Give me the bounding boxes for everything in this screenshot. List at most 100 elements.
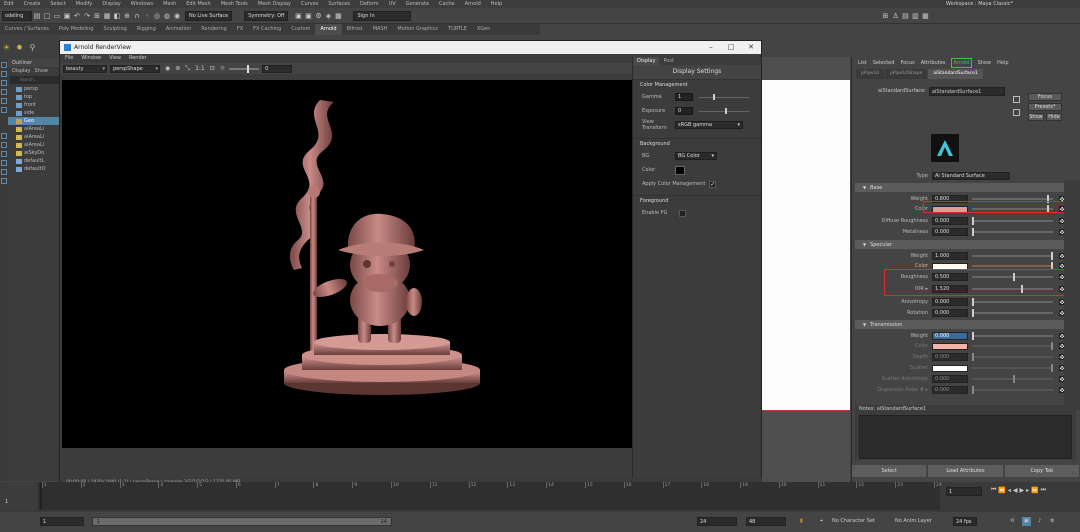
snap-point-icon[interactable]: ◦ [143, 12, 151, 20]
camera-dropdown[interactable]: perspShape [110, 64, 160, 73]
anisotropy-field[interactable]: 0.000 [932, 298, 968, 306]
step-back-key-icon[interactable]: ⏪ [998, 487, 1005, 494]
shelf-tab[interactable]: XGen [472, 24, 496, 35]
layout-graph-icon[interactable] [1, 169, 7, 175]
anisotropy-slider[interactable] [972, 298, 1053, 306]
make-live-icon[interactable]: ◉ [173, 12, 181, 20]
go-to-end-icon[interactable]: ⏭ [1041, 486, 1046, 494]
type-dropdown[interactable]: Ai Standard Surface [932, 172, 1010, 180]
workspace-value[interactable]: Maya Classic* [978, 1, 1013, 7]
spec-color-slider[interactable] [972, 262, 1054, 270]
output-node-icon[interactable] [1013, 109, 1020, 116]
shelf-tab[interactable]: Custom [286, 24, 315, 35]
shelf-tab[interactable]: Sculpting [98, 24, 131, 35]
focus-button[interactable]: Focus [1028, 93, 1062, 101]
menu-item[interactable]: Arnold [465, 1, 481, 7]
move-tool-icon[interactable] [1, 89, 7, 95]
spec-weight-field[interactable]: 1.000 [932, 252, 968, 260]
outliner-item[interactable]: defaultO [8, 165, 61, 173]
arv-titlebar[interactable]: Arnold RenderView – □ ✕ [60, 41, 761, 54]
shelf-tab[interactable]: MASH [368, 24, 393, 35]
ratio-label[interactable]: 1:1 [195, 65, 205, 72]
rotation-slider[interactable] [972, 309, 1053, 317]
shelf-tab[interactable]: Animation [161, 24, 197, 35]
render-canvas[interactable] [62, 80, 632, 448]
menu-item[interactable]: Deform [360, 1, 379, 7]
character-set-label[interactable]: No Character Set [832, 517, 875, 526]
audio-icon[interactable]: ♪ [1038, 517, 1041, 526]
zoom-fit-icon[interactable]: ⊡ [210, 65, 215, 72]
ae-menu-show[interactable]: Show [978, 57, 992, 69]
apply-cm-checkbox[interactable]: ✓ [709, 180, 717, 188]
color-management-section[interactable]: Color Management [633, 79, 761, 90]
tab-aistandardsurface1[interactable]: aiStandardSurface1 [928, 69, 983, 79]
outliner-item[interactable]: front [8, 101, 61, 109]
scatter-anisotropy-slider[interactable] [972, 375, 1053, 383]
ae-menu-selected[interactable]: Selected [873, 57, 895, 69]
select-by-hierarchy-icon[interactable]: ⊞ [93, 12, 101, 20]
scatter-anisotropy-field[interactable]: 0.000 [932, 375, 968, 383]
menu-item[interactable]: Edit [4, 1, 14, 7]
bg-dropdown[interactable]: BG Color [675, 152, 717, 160]
node-name-field[interactable]: aiStandardSurface1 [928, 86, 1005, 96]
anim-prefs-icon[interactable]: ⚙ [1050, 517, 1054, 526]
mode-dropdown[interactable]: odeling [2, 10, 32, 21]
attribute-editor-toggle-icon[interactable]: ▤ [901, 12, 909, 20]
character-controls-icon[interactable]: ♙ [891, 12, 899, 20]
bg-color-swatch[interactable] [675, 165, 685, 175]
ae-menu-list[interactable]: List [858, 57, 867, 69]
diffuse-roughness-slider[interactable] [972, 217, 1053, 225]
ae-menu-focus[interactable]: Focus [900, 57, 914, 69]
play-backward-icon[interactable]: ◀ [1013, 487, 1018, 494]
maximize-icon[interactable]: □ [721, 41, 741, 54]
menu-item[interactable]: Display [102, 1, 120, 7]
notes-textarea[interactable] [859, 415, 1072, 459]
new-scene-icon[interactable]: □ [43, 12, 51, 20]
current-frame-field[interactable]: 1 [946, 487, 982, 496]
enable-fg-checkbox[interactable] [679, 209, 686, 217]
paint-select-icon[interactable] [1, 80, 7, 86]
select-by-object-icon[interactable]: ▦ [103, 12, 111, 20]
workspace-selector[interactable]: Workspace : Maya Classic* [946, 0, 1013, 8]
metalness-field[interactable]: 0.000 [932, 228, 968, 236]
shelf-tab[interactable]: Bifrost [342, 24, 368, 35]
snap-curve-icon[interactable]: ∩ [133, 12, 141, 20]
timeline-track[interactable]: 1 2 3 4 5 6 7 8 9 10 11 12 13 14 15 16 17 18 19 20 21 22 23 24 [38, 482, 942, 510]
show-button[interactable]: Show [1028, 113, 1044, 121]
outliner-menu-show[interactable]: Show [34, 67, 48, 75]
close-icon[interactable]: ✕ [741, 41, 761, 54]
outliner-item[interactable]: persp [8, 85, 61, 93]
hypershade-icon[interactable]: ◈ [324, 12, 332, 20]
shelf-tab[interactable]: Curves / Surfaces [0, 24, 54, 35]
outliner-search-input[interactable]: Search... [10, 76, 59, 84]
dispersion-field[interactable]: 0.000 [932, 386, 968, 394]
select-by-component-icon[interactable]: ◧ [113, 12, 121, 20]
minimize-icon[interactable]: – [701, 41, 721, 54]
outliner-item[interactable]: defaultL [8, 157, 61, 165]
specular-section[interactable]: Specular [855, 240, 1065, 249]
step-back-frame-icon[interactable]: ◂ [1008, 487, 1011, 494]
trans-color-slider[interactable] [972, 342, 1054, 350]
arv-menu-item[interactable]: View [109, 54, 121, 63]
outliner-item[interactable]: Geo [8, 117, 61, 125]
input-node-icon[interactable] [1013, 96, 1020, 103]
shelf-tab[interactable]: Rigging [132, 24, 161, 35]
range-slider[interactable]: 1 24 [92, 517, 392, 526]
arv-menu-item[interactable]: Window [81, 54, 101, 63]
menu-item[interactable]: Modify [76, 1, 93, 7]
aov-dropdown[interactable]: beauty [63, 64, 107, 73]
layout-hypershade-icon[interactable] [1, 178, 7, 184]
play-forward-icon[interactable]: ▶ [1020, 487, 1025, 494]
menu-item[interactable]: Mesh [163, 1, 176, 7]
exposure-field[interactable]: 0 [262, 64, 293, 73]
live-surface-field[interactable]: No Live Surface [185, 10, 233, 21]
transmission-section[interactable]: Transmission [855, 320, 1065, 329]
ae-menu-help[interactable]: Help [997, 57, 1008, 69]
scene-end-field[interactable]: 48 [746, 517, 786, 526]
render-settings-icon[interactable]: ⚙ [314, 12, 322, 20]
snap-surface-icon[interactable]: ◍ [163, 12, 171, 20]
trans-color-swatch[interactable] [932, 342, 968, 350]
menu-item[interactable]: Cache [439, 1, 455, 7]
undo-icon[interactable]: ↶ [73, 12, 81, 20]
ae-scrollbar[interactable] [1064, 180, 1080, 410]
